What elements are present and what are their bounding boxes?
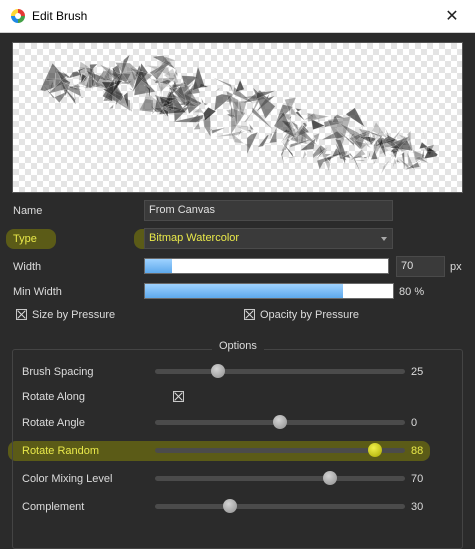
color-mixing-level-slider[interactable] [155, 471, 405, 485]
rotate-along-label: Rotate Along [22, 391, 85, 403]
width-input[interactable]: 70 [396, 256, 445, 277]
complement-slider-handle[interactable] [223, 499, 237, 513]
rotate-random-slider[interactable] [155, 443, 405, 457]
min-width-bar-fill [145, 284, 344, 298]
brush-stroke-preview [40, 54, 439, 176]
min-width-label: Min Width [13, 286, 62, 298]
brush-spacing-value: 25 [411, 366, 424, 378]
width-label: Width [13, 261, 42, 273]
options-group-title: Options [212, 340, 264, 352]
size-by-pressure-checkbox[interactable] [16, 309, 27, 320]
complement-label: Complement [22, 501, 85, 513]
color-mixing-level-value: 70 [411, 473, 424, 485]
name-label: Name [13, 205, 43, 217]
window-title: Edit Brush [32, 9, 88, 23]
color-mixing-level-label: Color Mixing Level [22, 473, 113, 485]
title-bar: Edit Brush ✕ [0, 0, 475, 33]
width-bar-fill [145, 259, 172, 273]
min-width-bar[interactable] [144, 283, 394, 299]
min-width-unit: % [414, 286, 425, 298]
complement-slider[interactable] [155, 499, 405, 513]
name-input[interactable]: From Canvas [144, 200, 393, 221]
width-bar[interactable] [144, 258, 389, 274]
brush-spacing-slider[interactable] [155, 364, 405, 378]
app-icon [11, 9, 25, 23]
brush-preview [12, 42, 463, 193]
min-width-number: 80 [399, 286, 412, 298]
type-select-value: Bitmap Watercolor [149, 232, 240, 244]
brush-spacing-slider-handle[interactable] [210, 364, 225, 378]
min-width-value: 80 % [399, 286, 424, 298]
chevron-down-icon [381, 237, 387, 241]
rotate-angle-label: Rotate Angle [22, 417, 85, 429]
rotate-along-checkbox[interactable] [173, 391, 184, 402]
rotate-angle-slider[interactable] [155, 415, 405, 429]
type-label: Type [13, 233, 37, 245]
brush-spacing-label: Brush Spacing [22, 366, 94, 378]
width-unit: px [450, 261, 462, 273]
opacity-by-pressure-checkbox[interactable] [244, 309, 255, 320]
size-by-pressure-label: Size by Pressure [32, 309, 116, 321]
color-mixing-level-slider-handle[interactable] [323, 471, 337, 485]
rotate-angle-slider-handle[interactable] [273, 415, 287, 429]
type-select[interactable]: Bitmap Watercolor [144, 228, 393, 249]
rotate-random-label: Rotate Random [22, 445, 100, 457]
rotate-random-value: 88 [411, 445, 424, 457]
rotate-random-slider-handle[interactable] [368, 443, 382, 457]
rotate-angle-value: 0 [411, 417, 418, 429]
complement-value: 30 [411, 501, 424, 513]
opacity-by-pressure-label: Opacity by Pressure [260, 309, 360, 321]
close-icon[interactable]: ✕ [429, 0, 475, 33]
